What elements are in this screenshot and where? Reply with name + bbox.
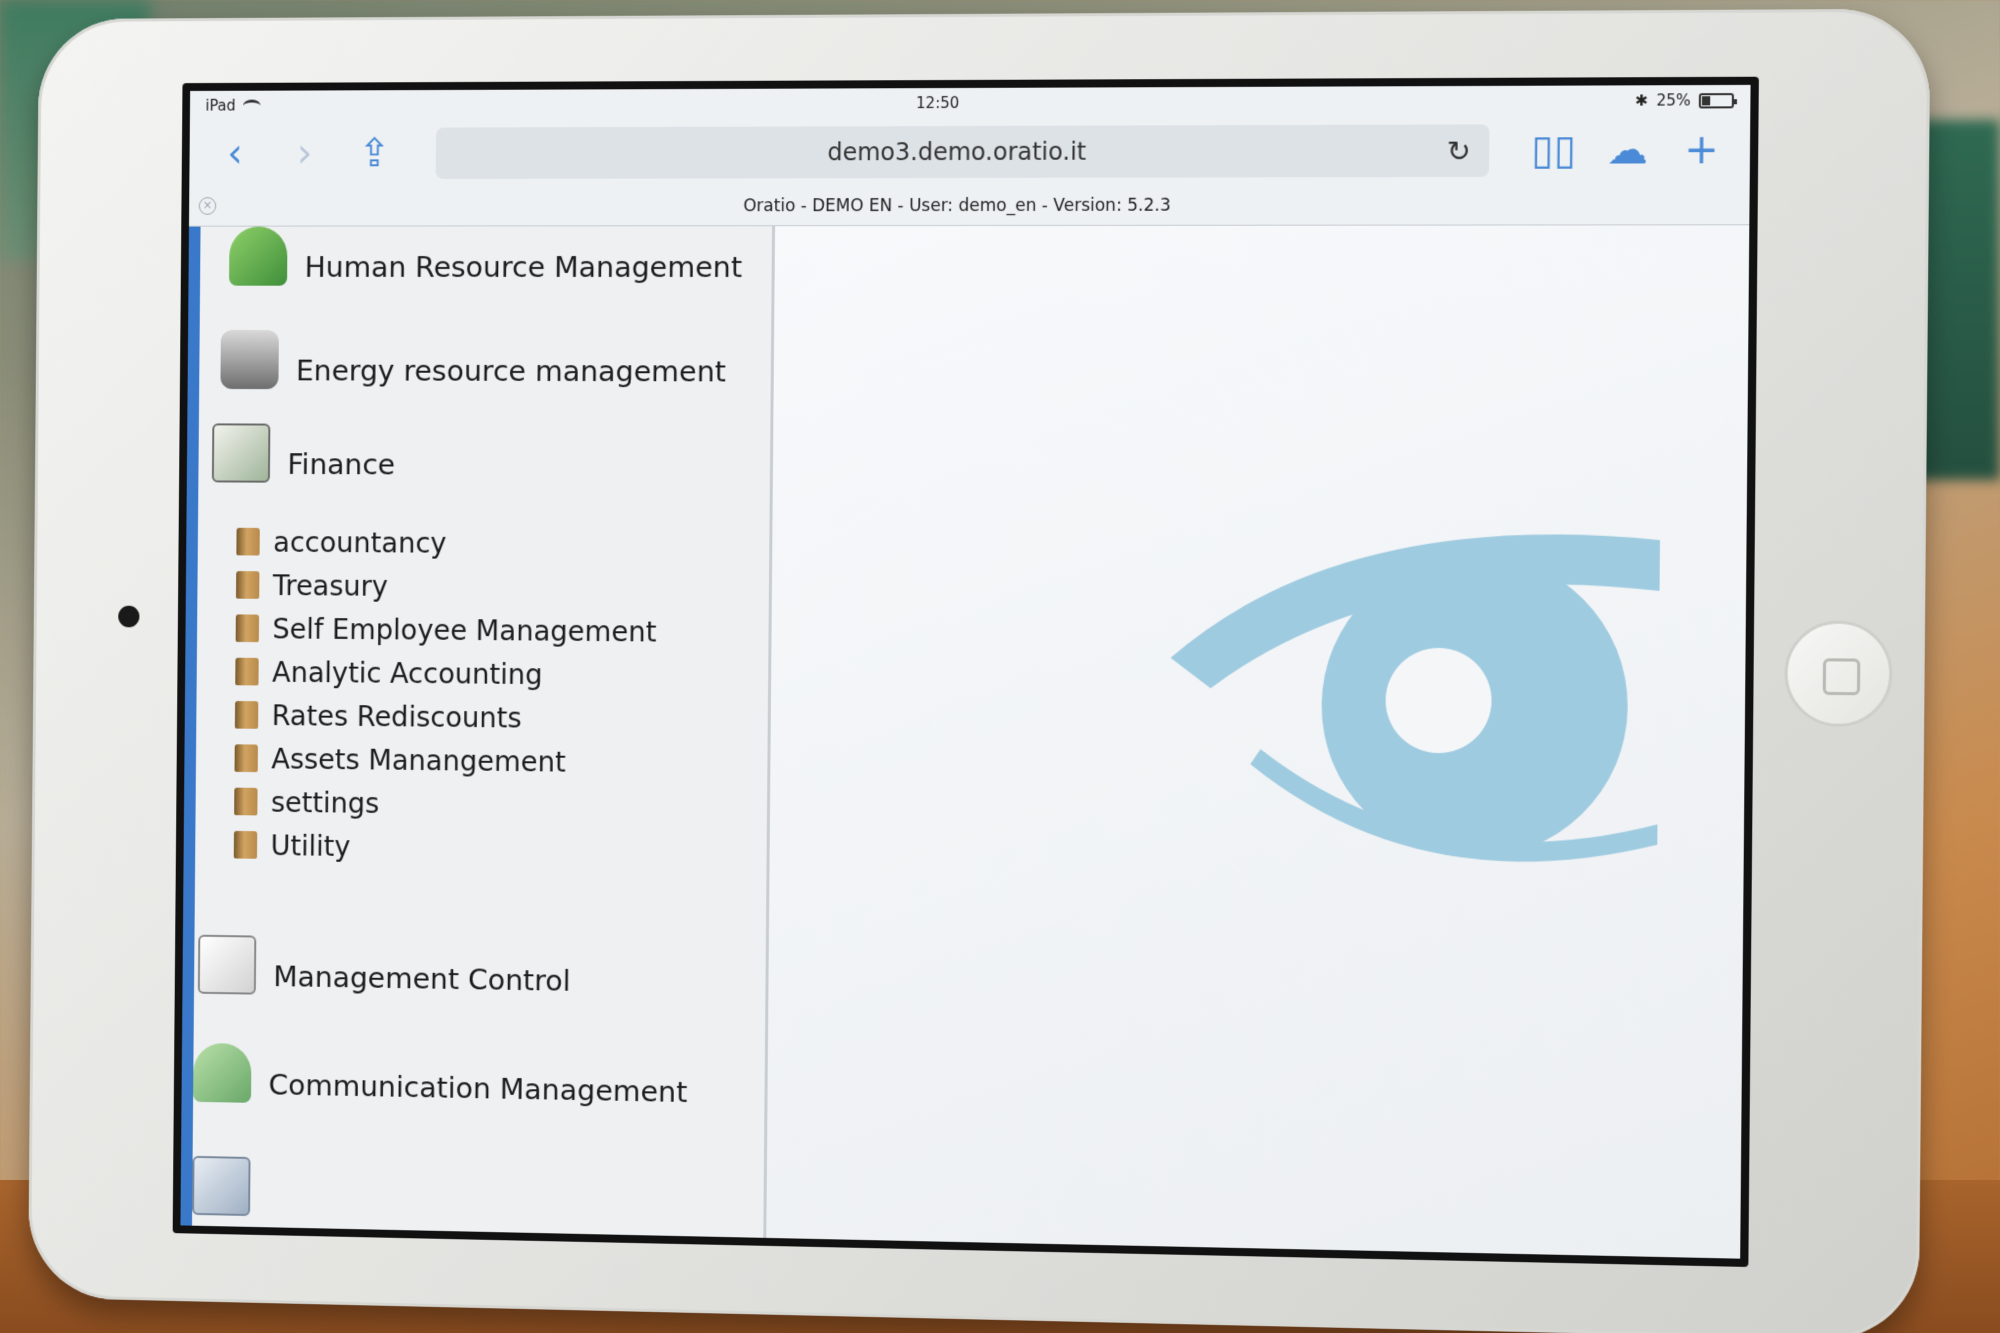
url-text: demo3.demo.oratio.it [827,138,1086,167]
home-button[interactable] [1784,620,1893,727]
folder-icon [236,528,259,556]
page-title: Oratio - DEMO EN - User: demo_en - Versi… [743,195,1171,216]
tab-title-bar: × Oratio - DEMO EN - User: demo_en - Ver… [189,185,1750,227]
icloud-tabs-icon[interactable]: ☁ [1604,130,1652,171]
menu-item-management-control[interactable]: Management Control [198,935,571,1000]
front-camera [118,606,139,628]
database-icon [220,330,279,389]
reports-icon [198,935,256,995]
back-icon[interactable]: ‹ [213,134,258,173]
submenu-item-treasury[interactable]: Treasury [236,563,657,609]
folder-icon [234,788,257,816]
sidebar-menu: Human Resource Management Energy resourc… [180,226,775,1238]
folder-icon [235,658,258,686]
people-icon [229,227,288,286]
browser-toolbar: ‹ › ⇪ demo3.demo.oratio.it ↻ ▯▯ ☁ + [189,115,1750,187]
submenu-item-accountancy[interactable]: accountancy [236,520,657,566]
clock: 12:50 [916,94,959,112]
app-layout: Human Resource Management Energy resourc… [180,225,1749,1258]
finance-submenu: accountancy Treasury Self Employee Manag… [234,520,658,872]
settings-gear-icon [192,1156,250,1216]
close-tab-icon[interactable]: × [199,197,217,215]
folder-icon [234,831,257,859]
bookmarks-icon[interactable]: ▯▯ [1530,130,1577,171]
reload-icon[interactable]: ↻ [1447,134,1471,167]
bluetooth-icon: ✱ [1635,91,1648,109]
ipad-device: iPad 12:50 ✱ 25% ‹ › ⇪ demo3.demo.oratio… [28,9,1930,1333]
group-icon [193,1043,251,1103]
oratio-eye-logo [1169,517,1660,875]
submenu-item-self-employee[interactable]: Self Employee Management [236,607,657,654]
menu-item-finance[interactable]: Finance [212,423,396,483]
address-bar[interactable]: demo3.demo.oratio.it ↻ [436,124,1490,179]
folder-icon [235,701,258,729]
screen-bezel: iPad 12:50 ✱ 25% ‹ › ⇪ demo3.demo.oratio… [173,77,1759,1267]
folder-icon [235,744,258,772]
submenu-item-rates-rediscounts[interactable]: Rates Rediscounts [235,693,656,741]
new-tab-icon[interactable]: + [1678,130,1726,171]
content-area [766,225,1749,1258]
folder-icon [236,571,259,599]
share-icon[interactable]: ⇪ [352,134,397,174]
menu-item-communication[interactable]: Communication Management [193,1043,688,1111]
battery-icon [1699,93,1734,108]
device-label: iPad [205,97,235,115]
folder-icon [236,614,259,642]
submenu-item-settings[interactable]: settings [234,780,655,829]
status-bar: iPad 12:50 ✱ 25% [190,85,1751,121]
submenu-item-analytic-accounting[interactable]: Analytic Accounting [235,650,656,697]
submenu-item-utility[interactable]: Utility [234,823,655,872]
menu-item-settings-partial[interactable] [192,1156,250,1216]
submenu-item-assets[interactable]: Assets Manangement [234,736,655,784]
display: iPad 12:50 ✱ 25% ‹ › ⇪ demo3.demo.oratio… [180,85,1750,1259]
menu-item-energy[interactable]: Energy resource management [220,330,726,390]
finance-chart-icon [212,423,270,482]
wifi-icon [243,100,261,112]
forward-icon[interactable]: › [282,134,327,174]
menu-item-hr[interactable]: Human Resource Management [229,226,742,286]
battery-percent: 25% [1656,91,1690,109]
